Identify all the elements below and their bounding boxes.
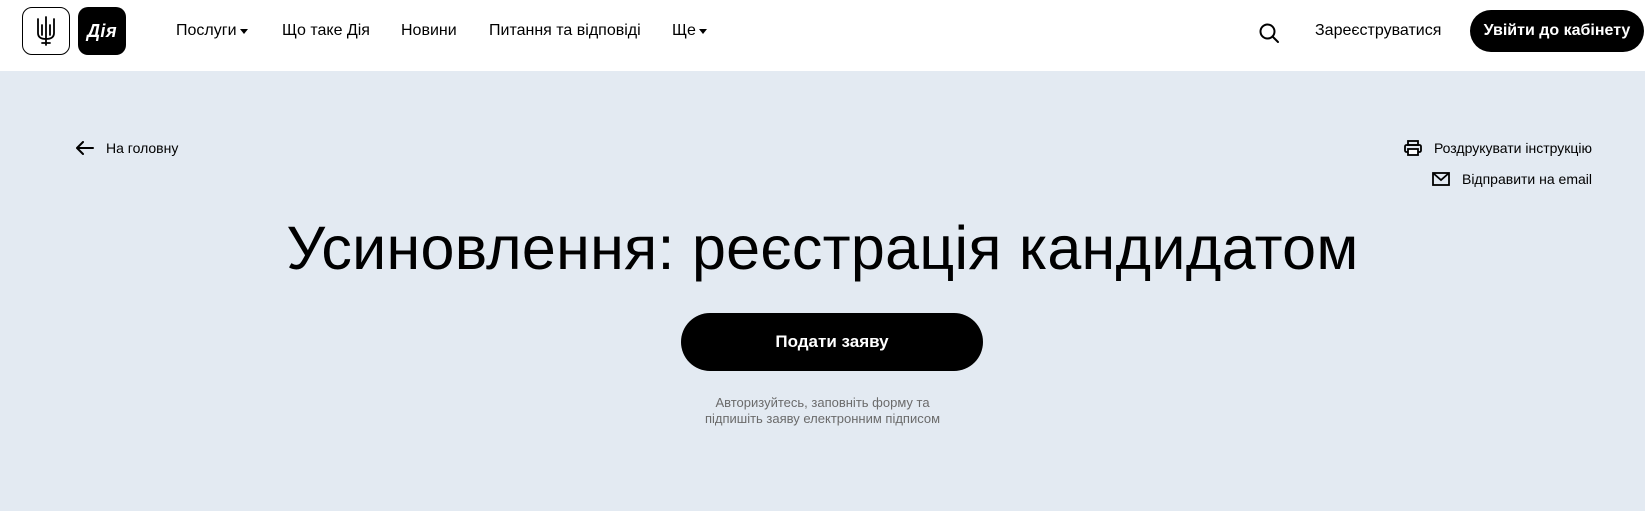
nav-item-services[interactable]: Послуги (176, 21, 248, 41)
nav-item-more[interactable]: Ще (672, 21, 707, 41)
caret-down-icon (239, 29, 248, 34)
diia-logo[interactable]: Дія (78, 7, 126, 55)
email-label: Відправити на email (1461, 171, 1592, 187)
page-title: Усиновлення: реєстрація кандидатом (286, 214, 1359, 282)
back-link-label: На головну (106, 140, 179, 156)
nav-item-label: Питання та відповіді (489, 22, 641, 39)
back-to-home-link[interactable]: На головну (76, 140, 178, 156)
envelope-icon (1432, 172, 1450, 186)
hint-line: підпишіть заяву електронним підписом (704, 411, 941, 426)
nav-item-label: Новини (401, 22, 457, 39)
nav-item-what-is-diia[interactable]: Що таке Дія (282, 21, 370, 41)
search-icon[interactable] (1258, 22, 1280, 44)
register-link[interactable]: Зареєструватися (1315, 21, 1441, 41)
login-button[interactable]: Увійти до кабінету (1470, 10, 1644, 52)
nav-item-label: Ще (672, 22, 696, 39)
submit-application-button[interactable]: Подати заяву (681, 313, 983, 371)
nav-item-label: Що таке Дія (282, 22, 370, 39)
printer-icon (1404, 140, 1422, 156)
trident-logo[interactable] (22, 7, 70, 55)
hint-line: Авторизуйтесь, заповніть форму та (715, 395, 930, 410)
print-instruction-link[interactable]: Роздрукувати інструкцію (1404, 140, 1592, 156)
nav-item-label: Послуги (176, 22, 237, 39)
send-email-link[interactable]: Відправити на email (1432, 171, 1592, 187)
arrow-left-icon (76, 141, 94, 155)
print-label: Роздрукувати інструкцію (1433, 140, 1592, 156)
caret-down-icon (698, 29, 707, 34)
nav-item-news[interactable]: Новини (401, 21, 457, 41)
site-header: Дія Послуги Що таке Дія Новини Питання т… (0, 0, 1645, 71)
trident-icon (37, 16, 55, 46)
nav-item-faq[interactable]: Питання та відповіді (489, 21, 641, 41)
submit-hint: Авторизуйтесь, заповніть форму та підпиш… (0, 395, 1645, 427)
